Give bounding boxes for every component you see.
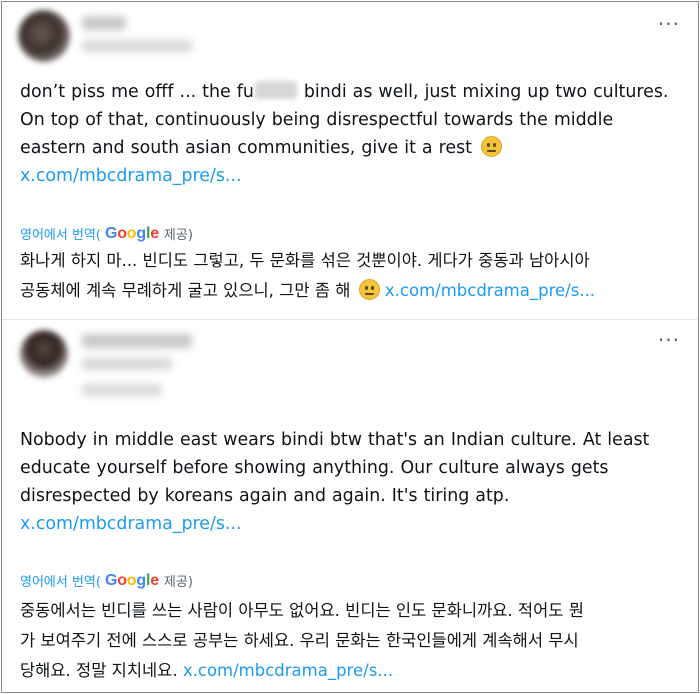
screenshot-frame: ··· don’t piss me offf ... the fu bindi … bbox=[1, 1, 699, 693]
translated-link[interactable]: x.com/mbcdrama_pre/s... bbox=[385, 281, 595, 300]
tweet-text-line-1: don’t piss me offf ... the fu bindi as w… bbox=[20, 81, 669, 102]
neutral-face-emoji-icon bbox=[358, 279, 380, 300]
translated-text: 중동에서는 빈디를 쓰는 사람이 아무도 없어요. 빈디는 인도 문화니까요. … bbox=[20, 596, 686, 686]
translation-attribution: 영어에서 번역( Google 제공) bbox=[20, 571, 193, 591]
tweet-text: don’t piss me offf ... the fu bindi as w… bbox=[20, 78, 684, 190]
tweet-text: Nobody in middle east wears bindi btw th… bbox=[20, 426, 684, 538]
provided-label: 제공) bbox=[163, 575, 193, 590]
google-logo-icon: Google bbox=[104, 571, 159, 589]
tweet-text-line-3: disrespected by koreans again and again.… bbox=[20, 486, 510, 506]
translated-line-3: 당해요. 정말 지치네요. x.com/mbcdrama_pre/s... bbox=[20, 661, 394, 680]
translated-line-2: 가 보여주기 전에 스스로 공부는 하세요. 우리 문화는 한국인들에게 계속해… bbox=[20, 631, 579, 650]
translated-text: 화나게 하지 마... 빈디도 그렇고, 두 문화를 섞은 것뿐이야. 게다가 … bbox=[20, 246, 686, 306]
google-logo-icon: Google bbox=[104, 224, 159, 242]
tweet-link-line: x.com/mbcdrama_pre/s... bbox=[20, 510, 684, 538]
translation-attribution: 영어에서 번역( Google 제공) bbox=[20, 224, 193, 244]
translated-line-1: 중동에서는 빈디를 쓰는 사람이 아무도 없어요. 빈디는 인도 문화니까요. … bbox=[20, 601, 584, 620]
tweet-link[interactable]: x.com/mbcdrama_pre/s... bbox=[20, 514, 242, 534]
translated-line-1: 화나게 하지 마... 빈디도 그렇고, 두 문화를 섞은 것뿐이야. 게다가 … bbox=[20, 251, 590, 270]
translated-from-link[interactable]: 영어에서 번역( bbox=[20, 571, 101, 590]
tweet-text-line-2: On top of that, continuously being disre… bbox=[20, 110, 614, 130]
blurred-username bbox=[82, 16, 126, 30]
redacted-word bbox=[254, 81, 297, 99]
tweet-text-line-3: eastern and south asian communities, giv… bbox=[20, 134, 684, 162]
blurred-username bbox=[82, 334, 192, 348]
avatar[interactable] bbox=[20, 330, 68, 378]
tweet-2: ··· Nobody in middle east wears bindi bt… bbox=[2, 320, 698, 692]
provided-label: 제공) bbox=[163, 228, 193, 243]
translated-line-2: 공동체에 계속 무례하게 굴고 있으니, 그만 좀 해 x.com/mbcdra… bbox=[20, 279, 596, 300]
translated-from-link[interactable]: 영어에서 번역( bbox=[20, 224, 101, 243]
more-options-icon[interactable]: ··· bbox=[658, 330, 680, 350]
blurred-handle bbox=[82, 40, 192, 52]
neutral-face-emoji-icon bbox=[480, 136, 502, 157]
blurred-metadata bbox=[82, 384, 162, 396]
tweet-text-line-2: educate yourself before showing anything… bbox=[20, 458, 609, 478]
tweet-link[interactable]: x.com/mbcdrama_pre/s... bbox=[20, 166, 242, 186]
blurred-handle bbox=[82, 358, 172, 370]
avatar[interactable] bbox=[18, 10, 70, 62]
tweet-link-line: x.com/mbcdrama_pre/s... bbox=[20, 162, 684, 190]
tweet-1: ··· don’t piss me offf ... the fu bindi … bbox=[2, 2, 698, 320]
more-options-icon[interactable]: ··· bbox=[658, 14, 680, 34]
translated-link[interactable]: x.com/mbcdrama_pre/s... bbox=[183, 661, 393, 680]
tweet-text-line-1: Nobody in middle east wears bindi btw th… bbox=[20, 430, 650, 450]
